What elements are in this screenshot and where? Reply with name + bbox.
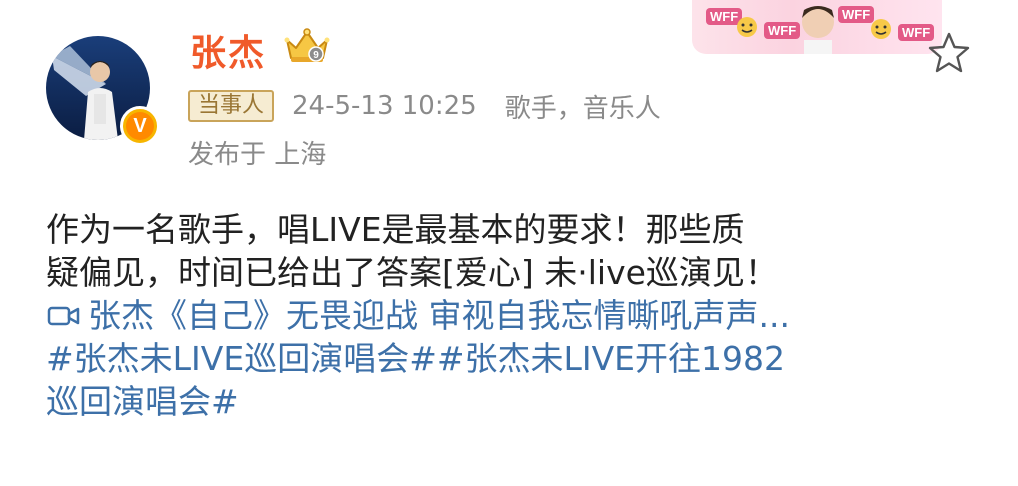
star-outline-icon[interactable] <box>926 30 972 76</box>
post-location: 发布于 上海 <box>188 140 327 170</box>
post-timestamp: 24-5-13 10:25 <box>292 91 477 121</box>
hashtag-link[interactable]: #张杰未LIVE巡回演唱会##张杰未LIVE开往1982 <box>46 337 976 380</box>
video-title: 张杰《自己》无畏迎战 审视自我忘情嘶吼声声... <box>88 296 790 335</box>
decorative-banner: WFF WFF WFF WFF <box>692 0 942 54</box>
post-body: 作为一名歌手，唱LIVE是最基本的要求！那些质 疑偏见，时间已给出了答案[爱心]… <box>46 208 976 423</box>
emoji-icon <box>737 17 757 37</box>
post-source: 歌手，音乐人 <box>504 93 661 124</box>
verified-badge: V <box>120 106 160 146</box>
post-header: V 张杰 9 WFF WFF WFF WFF 当事人 24-5-13 10:25… <box>0 0 1018 190</box>
banner-portrait <box>802 6 834 54</box>
emoji-icon <box>871 19 891 39</box>
video-link[interactable]: 张杰《自己》无畏迎战 审视自我忘情嘶吼声声... <box>46 294 976 337</box>
verified-badge-letter: V <box>126 112 154 140</box>
hashtag-link[interactable]: 巡回演唱会# <box>46 380 976 423</box>
avatar[interactable]: V <box>46 36 160 146</box>
role-tag: 当事人 <box>188 90 275 122</box>
crown-icon[interactable]: 9 <box>282 24 332 66</box>
crown-level: 9 <box>313 50 319 61</box>
video-camera-icon <box>47 306 80 325</box>
post-text-line: 作为一名歌手，唱LIVE是最基本的要求！那些质 <box>46 210 745 249</box>
post-text-line: 疑偏见，时间已给出了答案[爱心] 未·live巡演见！ <box>46 253 778 292</box>
post-meta: 当事人 24-5-13 10:25 歌手，音乐人 <box>188 90 661 124</box>
username[interactable]: 张杰 <box>190 24 266 76</box>
